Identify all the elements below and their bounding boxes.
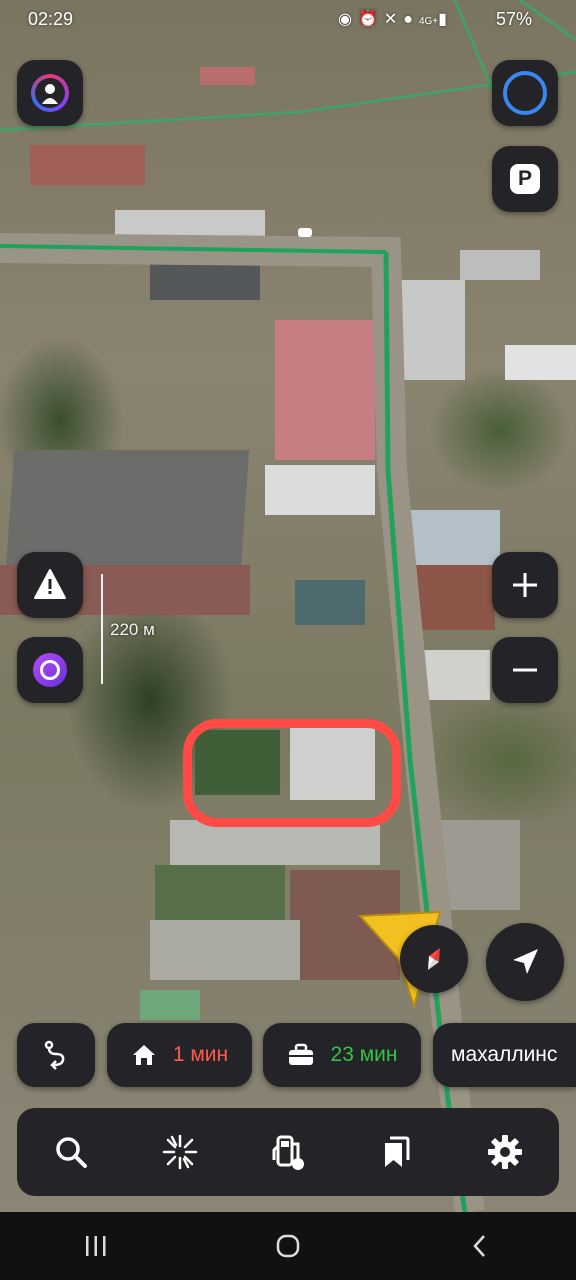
settings-icon (487, 1135, 522, 1169)
status-icons: ◉⏰✕●4G+▮ (338, 9, 453, 29)
home-route-time: 1 мин (172, 1043, 229, 1066)
briefcase-icon (287, 1043, 315, 1067)
alice-icon (33, 653, 67, 687)
status-time: 02:29 (28, 9, 74, 29)
status-bar: 02:29 ◉⏰✕●4G+▮ 57% (0, 0, 576, 40)
parking-icon: P (510, 164, 540, 194)
system-navigation-bar (0, 1212, 576, 1280)
back-button[interactable] (450, 1221, 510, 1271)
mute-icon: ✕ (383, 11, 404, 28)
avatar-icon (31, 74, 69, 112)
gas-station-button[interactable] (260, 1124, 316, 1180)
back-icon (473, 1235, 485, 1257)
highlight-marker (183, 719, 401, 827)
map-pin-car[interactable] (298, 228, 312, 237)
home-nav-button[interactable] (258, 1221, 318, 1271)
alice-assistant-button[interactable] (17, 637, 83, 703)
signal-icon: ▮ (438, 11, 453, 28)
profile-button[interactable] (17, 60, 83, 126)
bottom-toolbar (17, 1108, 559, 1196)
scale-bar (101, 574, 103, 684)
minus-icon (513, 668, 537, 672)
alice-ring-icon (503, 71, 547, 115)
warning-icon (34, 569, 66, 599)
zoom-out-button[interactable] (492, 637, 558, 703)
zoom-in-button[interactable] (492, 552, 558, 618)
route-options-chip[interactable] (17, 1023, 95, 1087)
saved-place-chip[interactable]: махаллинс (433, 1023, 576, 1087)
alice-voice-button[interactable] (492, 60, 558, 126)
discover-icon (162, 1134, 197, 1170)
parking-button[interactable]: P (492, 146, 558, 212)
discover-button[interactable] (152, 1124, 208, 1180)
bookmarks-icon (385, 1136, 410, 1167)
work-route-time: 23 мин (330, 1043, 398, 1066)
bookmarks-button[interactable] (368, 1124, 424, 1180)
work-route-chip[interactable]: 23 мин (263, 1023, 421, 1087)
scale-label: 220 м (110, 620, 155, 639)
recent-apps-icon (86, 1236, 106, 1256)
navigation-arrow-icon (513, 949, 538, 974)
home-route-chip[interactable]: 1 мин (107, 1023, 252, 1087)
home-icon (131, 1043, 157, 1067)
compass-icon (428, 948, 440, 970)
home-circle-icon (276, 1234, 300, 1258)
report-incident-button[interactable] (17, 552, 83, 618)
gas-station-icon (272, 1135, 304, 1170)
search-icon (56, 1137, 88, 1168)
recent-apps-button[interactable] (66, 1221, 126, 1271)
saved-place-label: махаллинс (451, 1043, 558, 1066)
search-button[interactable] (43, 1124, 99, 1180)
settings-button[interactable] (477, 1124, 533, 1180)
4g-icon: 4G+ (418, 16, 439, 27)
plus-icon (513, 573, 537, 597)
compass-button[interactable] (400, 925, 468, 993)
location-icon: ● (403, 11, 419, 28)
alarm-icon: ⏰ (357, 11, 384, 28)
route-icon (44, 1040, 65, 1070)
my-location-button[interactable] (486, 923, 564, 1001)
camera-icon: ◉ (338, 11, 358, 28)
battery-level: 57% (496, 9, 533, 29)
